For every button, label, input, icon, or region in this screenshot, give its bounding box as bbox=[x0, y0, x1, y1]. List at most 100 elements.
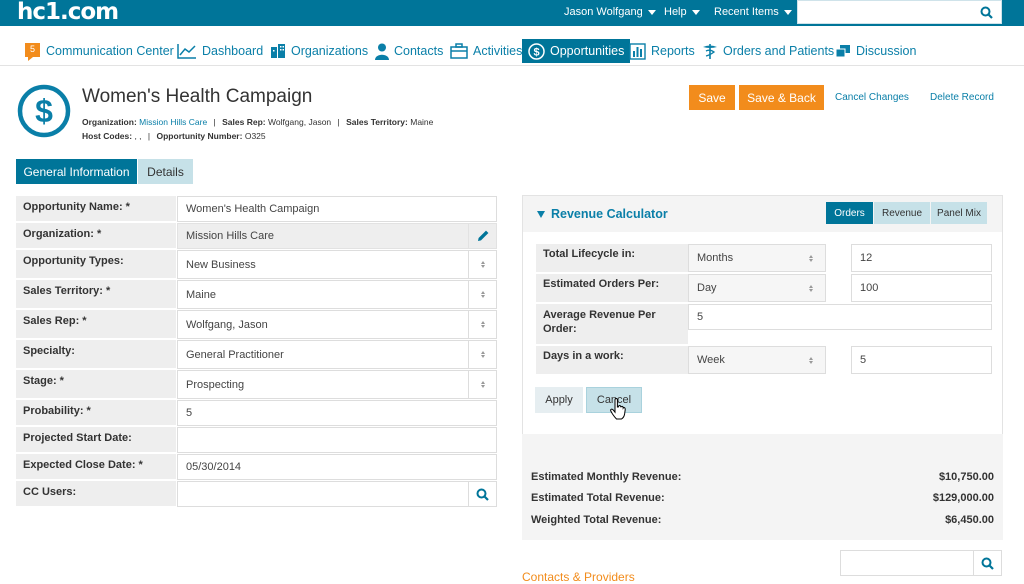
average-revenue-input[interactable]: 5 bbox=[688, 304, 992, 330]
opportunity-types-select[interactable]: New Business bbox=[177, 250, 497, 279]
notification-badge: 5 bbox=[29, 43, 35, 54]
select-arrows-icon bbox=[468, 251, 496, 278]
meta-territory-label: Sales Territory: bbox=[346, 117, 408, 127]
select-arrows-icon bbox=[468, 311, 496, 338]
nav-communication-center[interactable]: 5 Communication Center bbox=[22, 39, 176, 63]
field-value: Prospecting bbox=[186, 378, 245, 391]
orders-unit-select[interactable]: Day bbox=[688, 274, 826, 302]
cc-users-input[interactable] bbox=[177, 481, 497, 507]
edit-pencil-icon[interactable] bbox=[468, 224, 496, 248]
cancel-changes-link[interactable]: Cancel Changes bbox=[835, 92, 909, 103]
meta-separator: | bbox=[147, 131, 151, 141]
calc-row-total-lifecycle: Total Lifecycle in: Months 12 bbox=[536, 244, 992, 272]
nav-reports[interactable]: Reports bbox=[627, 39, 697, 63]
revenue-calculator-toggle[interactable]: Revenue Calculator bbox=[537, 207, 668, 221]
user-menu-label: Jason Wolfgang bbox=[564, 6, 643, 18]
field-label: Projected Start Date: bbox=[16, 427, 176, 453]
total-value: $10,750.00 bbox=[938, 471, 994, 483]
search-icon[interactable] bbox=[980, 6, 993, 24]
form-row-specialty: Specialty: General Practitioner bbox=[16, 340, 497, 369]
triangle-down-icon bbox=[537, 211, 545, 219]
tab-general-information[interactable]: General Information bbox=[16, 159, 137, 184]
expected-close-date-input[interactable]: 05/30/2014 bbox=[177, 454, 497, 480]
select-arrows-icon bbox=[468, 341, 496, 368]
meta-host-value: , , bbox=[134, 131, 142, 141]
calc-row-average-revenue: Average Revenue Per Order: 5 bbox=[536, 304, 992, 344]
logo[interactable]: hc1.com bbox=[17, 0, 119, 25]
chart-line-icon bbox=[177, 44, 196, 59]
form-row-sales-territory: Sales Territory: * Maine bbox=[16, 280, 497, 309]
field-value: Women's Health Campaign bbox=[186, 203, 320, 215]
tab-revenue[interactable]: Revenue bbox=[874, 202, 930, 224]
chevron-down-icon bbox=[647, 9, 656, 15]
user-menu[interactable]: Jason Wolfgang bbox=[564, 6, 656, 18]
nav-contacts[interactable]: Contacts bbox=[373, 39, 445, 63]
nav-label: Dashboard bbox=[202, 44, 264, 58]
estimated-monthly-revenue: Estimated Monthly Revenue: $10,750.00 bbox=[531, 471, 994, 483]
lifecycle-unit-select[interactable]: Months bbox=[688, 244, 826, 272]
select-arrows-icon bbox=[468, 371, 496, 398]
chevron-down-icon bbox=[691, 9, 700, 15]
nav-organizations[interactable]: Organizations bbox=[268, 39, 370, 63]
field-value: Mission Hills Care bbox=[186, 230, 275, 242]
help-menu[interactable]: Help bbox=[664, 6, 700, 18]
delete-record-link[interactable]: Delete Record bbox=[930, 92, 994, 103]
organization-link[interactable]: Mission Hills Care bbox=[139, 117, 207, 127]
calc-value: 12 bbox=[860, 252, 873, 264]
field-label: Opportunity Name: * bbox=[16, 196, 176, 222]
form-row-cc-users: CC Users: bbox=[16, 481, 497, 507]
revenue-calculator-title: Revenue Calculator bbox=[551, 207, 668, 221]
form-row-stage: Stage: * Prospecting bbox=[16, 370, 497, 399]
nav-discussion[interactable]: Discussion bbox=[833, 39, 918, 63]
lifecycle-value-input[interactable]: 12 bbox=[851, 244, 992, 272]
save-and-back-button[interactable]: Save & Back bbox=[739, 85, 824, 110]
field-label: Sales Rep: * bbox=[16, 310, 176, 339]
caduceus-icon bbox=[703, 43, 717, 59]
global-search-input[interactable] bbox=[797, 0, 1002, 24]
calc-unit: Months bbox=[697, 252, 734, 264]
nav-label: Opportunities bbox=[550, 44, 625, 58]
nav-opportunities[interactable]: $ Opportunities bbox=[522, 39, 631, 63]
stage-select[interactable]: Prospecting bbox=[177, 370, 497, 399]
nav-activities[interactable]: Activities bbox=[448, 39, 524, 63]
field-value: 05/30/2014 bbox=[186, 461, 242, 473]
nav-dashboard[interactable]: Dashboard bbox=[175, 39, 265, 63]
meta-org-label: Organization: bbox=[82, 117, 137, 127]
days-value-input[interactable]: 5 bbox=[851, 346, 992, 374]
contacts-providers-heading[interactable]: Contacts & Providers bbox=[522, 570, 635, 584]
calc-value: 5 bbox=[697, 311, 704, 323]
nav-label: Organizations bbox=[291, 44, 369, 58]
tab-details[interactable]: Details bbox=[138, 159, 193, 184]
save-button[interactable]: Save bbox=[689, 85, 735, 110]
contacts-search-input[interactable] bbox=[840, 550, 1002, 576]
projected-start-date-input[interactable] bbox=[177, 427, 497, 453]
discussion-icon bbox=[835, 44, 850, 57]
nav-label: Reports bbox=[651, 44, 695, 58]
tab-panel-mix[interactable]: Panel Mix bbox=[931, 202, 987, 224]
nav-label: Communication Center bbox=[46, 44, 174, 58]
work-unit-select[interactable]: Week bbox=[688, 346, 826, 374]
search-icon[interactable] bbox=[468, 482, 496, 506]
orders-value-input[interactable]: 100 bbox=[851, 274, 992, 302]
meta-territory-value: Maine bbox=[410, 117, 434, 127]
briefcase-icon bbox=[450, 43, 468, 59]
sales-territory-select[interactable]: Maine bbox=[177, 280, 497, 309]
nav-orders-and-patients[interactable]: Orders and Patients bbox=[700, 39, 836, 63]
specialty-select[interactable]: General Practitioner bbox=[177, 340, 497, 369]
nav-label: Activities bbox=[473, 44, 523, 58]
field-value: Maine bbox=[186, 288, 216, 301]
calc-value: 100 bbox=[860, 282, 879, 294]
recent-items-menu[interactable]: Recent Items bbox=[714, 6, 792, 18]
tab-orders[interactable]: Orders bbox=[826, 202, 873, 224]
field-value: Wolfgang, Jason bbox=[186, 318, 268, 331]
meta-opp-number-value: O325 bbox=[244, 131, 266, 141]
form-row-organization: Organization: * Mission Hills Care bbox=[16, 223, 497, 249]
field-label: CC Users: bbox=[16, 481, 176, 507]
search-icon[interactable] bbox=[973, 551, 1001, 575]
opportunity-name-input[interactable]: Women's Health Campaign bbox=[177, 196, 497, 222]
sales-rep-select[interactable]: Wolfgang, Jason bbox=[177, 310, 497, 339]
nav-label: Contacts bbox=[394, 44, 444, 58]
select-arrows-icon bbox=[797, 275, 825, 301]
probability-input[interactable]: 5 bbox=[177, 400, 497, 426]
apply-button[interactable]: Apply bbox=[535, 387, 583, 413]
